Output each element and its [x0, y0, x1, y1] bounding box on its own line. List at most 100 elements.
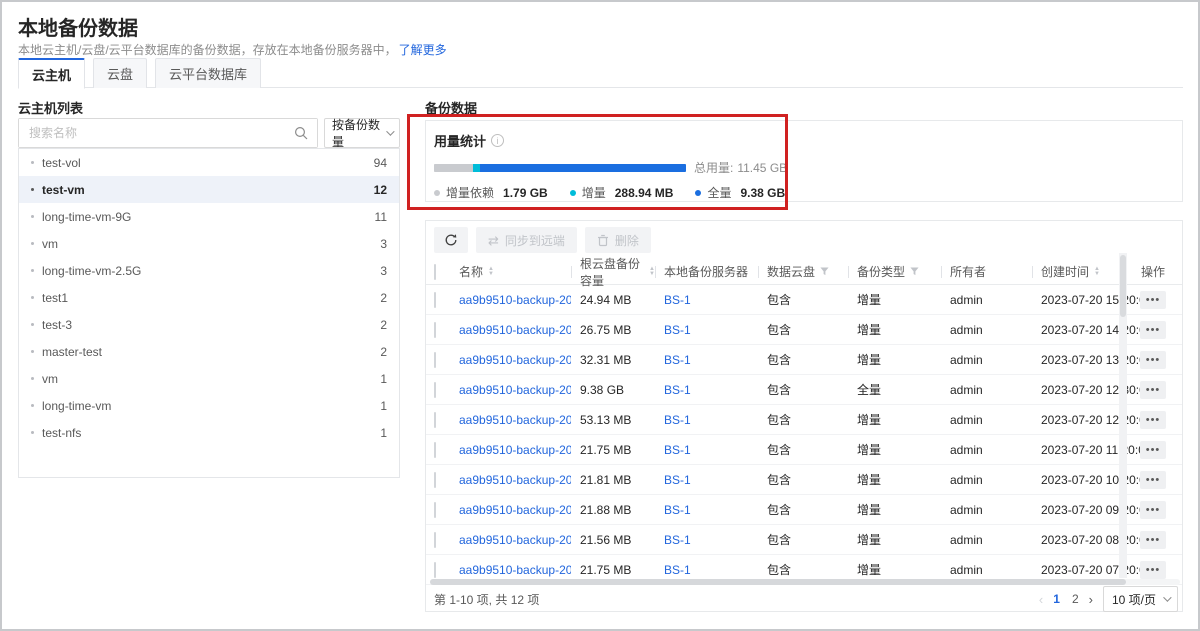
backup-name-link[interactable]: aa9b9510-backup-2023-07-...	[459, 353, 571, 367]
row-actions-button[interactable]: •••	[1140, 561, 1166, 579]
vm-backup-count: 2	[380, 291, 387, 305]
row-checkbox[interactable]	[434, 532, 436, 548]
backup-server-link[interactable]: BS-1	[664, 503, 691, 517]
prev-page-button[interactable]: ‹	[1039, 592, 1043, 607]
page-subtitle-text: 本地云主机/云盘/云平台数据库的备份数据，存放在本地备份服务器中，	[18, 43, 397, 57]
backup-name-link[interactable]: aa9b9510-backup-2023-07-...	[459, 503, 571, 517]
vm-list-item[interactable]: long-time-vm-2.5G 3	[19, 257, 399, 284]
page-size-select[interactable]: 10 项/页	[1103, 586, 1178, 612]
column-header-data-volume[interactable]: 数据云盘	[758, 263, 848, 280]
table-row: aa9b9510-backup-2023-07-... 21.88 MB BS-…	[426, 495, 1182, 525]
row-checkbox[interactable]	[434, 442, 436, 458]
vertical-scrollbar-thumb[interactable]	[1120, 255, 1126, 317]
row-actions-button[interactable]: •••	[1140, 291, 1166, 309]
vm-list-item[interactable]: test1 2	[19, 284, 399, 311]
usage-total-label: 总用量:	[694, 161, 733, 175]
page-number-button[interactable]: 2	[1070, 592, 1081, 606]
vm-list-item[interactable]: long-time-vm-9G 11	[19, 203, 399, 230]
horizontal-scrollbar-thumb[interactable]	[430, 579, 1126, 585]
cell-created-time: 2023-07-20 11:20:00	[1032, 443, 1119, 457]
column-label: 所有者	[950, 263, 986, 280]
backup-server-link[interactable]: BS-1	[664, 563, 691, 577]
filter-icon	[910, 267, 919, 276]
row-checkbox[interactable]	[434, 382, 436, 398]
cell-capacity: 21.81 MB	[571, 473, 655, 487]
backup-server-link[interactable]: BS-1	[664, 383, 691, 397]
backup-server-link[interactable]: BS-1	[664, 533, 691, 547]
column-header-name[interactable]: 名称 ▲▼	[459, 263, 571, 280]
column-header-capacity[interactable]: 根云盘备份容量 ▲▼	[571, 255, 655, 289]
tab[interactable]: 云主机	[18, 58, 85, 89]
column-label: 根云盘备份容量	[580, 255, 644, 289]
cell-owner: admin	[941, 323, 1032, 337]
vm-list-item[interactable]: test-nfs 1	[19, 419, 399, 446]
select-all-checkbox[interactable]	[434, 264, 436, 280]
vm-list-item[interactable]: test-vm 12	[19, 176, 399, 203]
backup-name-link[interactable]: aa9b9510-backup-2023-07-...	[459, 473, 571, 487]
row-checkbox[interactable]	[434, 472, 436, 488]
tab[interactable]: 云盘	[93, 58, 147, 88]
column-header-created[interactable]: 创建时间 ▲▼	[1032, 263, 1119, 280]
row-actions-button[interactable]: •••	[1140, 531, 1166, 549]
vm-list-item[interactable]: master-test 2	[19, 338, 399, 365]
row-actions-button[interactable]: •••	[1140, 501, 1166, 519]
search-input[interactable]	[19, 119, 317, 147]
row-actions-button[interactable]: •••	[1140, 381, 1166, 399]
next-page-button[interactable]: ›	[1089, 592, 1093, 607]
row-checkbox[interactable]	[434, 292, 436, 308]
horizontal-scrollbar[interactable]	[430, 579, 1180, 585]
row-actions-button[interactable]: •••	[1140, 351, 1166, 369]
cell-owner: admin	[941, 533, 1032, 547]
vm-backup-count: 3	[380, 237, 387, 251]
row-actions-button[interactable]: •••	[1140, 321, 1166, 339]
backup-name-link[interactable]: aa9b9510-backup-2023-07-...	[459, 413, 571, 427]
filter-icon	[820, 267, 829, 276]
column-header-backup-type[interactable]: 备份类型	[848, 263, 941, 280]
backup-server-link[interactable]: BS-1	[664, 293, 691, 307]
row-checkbox[interactable]	[434, 562, 436, 578]
column-header-server: 本地备份服务器	[655, 263, 758, 280]
row-actions-button[interactable]: •••	[1140, 411, 1166, 429]
backup-name-link[interactable]: aa9b9510-backup-2023-07-...	[459, 443, 571, 457]
sort-icon: ▲▼	[488, 267, 494, 276]
row-checkbox[interactable]	[434, 322, 436, 338]
info-icon[interactable]: i	[491, 134, 504, 147]
cell-owner: admin	[941, 353, 1032, 367]
backup-name-link[interactable]: aa9b9510-backup-2023-07-...	[459, 383, 571, 397]
row-checkbox[interactable]	[434, 412, 436, 428]
vm-list-item[interactable]: test-vol 94	[19, 149, 399, 176]
row-actions-button[interactable]: •••	[1140, 471, 1166, 489]
cell-owner: admin	[941, 473, 1032, 487]
delete-button[interactable]: 删除	[585, 227, 651, 253]
backup-name-link[interactable]: aa9b9510-backup-2023-07-...	[459, 323, 571, 337]
backup-server-link[interactable]: BS-1	[664, 473, 691, 487]
search-icon	[294, 126, 308, 140]
page-number-button[interactable]: 1	[1051, 592, 1062, 606]
bullet-icon	[31, 431, 34, 434]
vm-list-item[interactable]: long-time-vm 1	[19, 392, 399, 419]
vertical-scrollbar[interactable]	[1119, 253, 1127, 578]
tab[interactable]: 云平台数据库	[155, 58, 261, 88]
sync-to-remote-button[interactable]: ⇄ 同步到远端	[476, 227, 577, 253]
backup-server-link[interactable]: BS-1	[664, 353, 691, 367]
vm-backup-count: 3	[380, 264, 387, 278]
cell-capacity: 9.38 GB	[571, 383, 655, 397]
vm-list-item[interactable]: vm 1	[19, 365, 399, 392]
backup-server-link[interactable]: BS-1	[664, 443, 691, 457]
vm-list-item[interactable]: test-3 2	[19, 311, 399, 338]
learn-more-link[interactable]: 了解更多	[399, 43, 447, 57]
backup-server-link[interactable]: BS-1	[664, 323, 691, 337]
refresh-button[interactable]	[434, 227, 468, 253]
backup-name-link[interactable]: aa9b9510-backup-2023-07-...	[459, 533, 571, 547]
row-actions-button[interactable]: •••	[1140, 441, 1166, 459]
sort-by-backup-count-select[interactable]: 按备份数量	[324, 118, 400, 148]
backup-name-link[interactable]: aa9b9510-backup-2023-07-...	[459, 563, 571, 577]
vm-list-item[interactable]: vm 3	[19, 230, 399, 257]
row-checkbox[interactable]	[434, 352, 436, 368]
row-checkbox[interactable]	[434, 502, 436, 518]
cell-backup-type: 增量	[848, 561, 941, 578]
backup-data-title: 备份数据	[425, 98, 477, 117]
cell-data-volume: 包含	[758, 501, 848, 518]
backup-server-link[interactable]: BS-1	[664, 413, 691, 427]
backup-name-link[interactable]: aa9b9510-backup-2023-07-...	[459, 293, 571, 307]
